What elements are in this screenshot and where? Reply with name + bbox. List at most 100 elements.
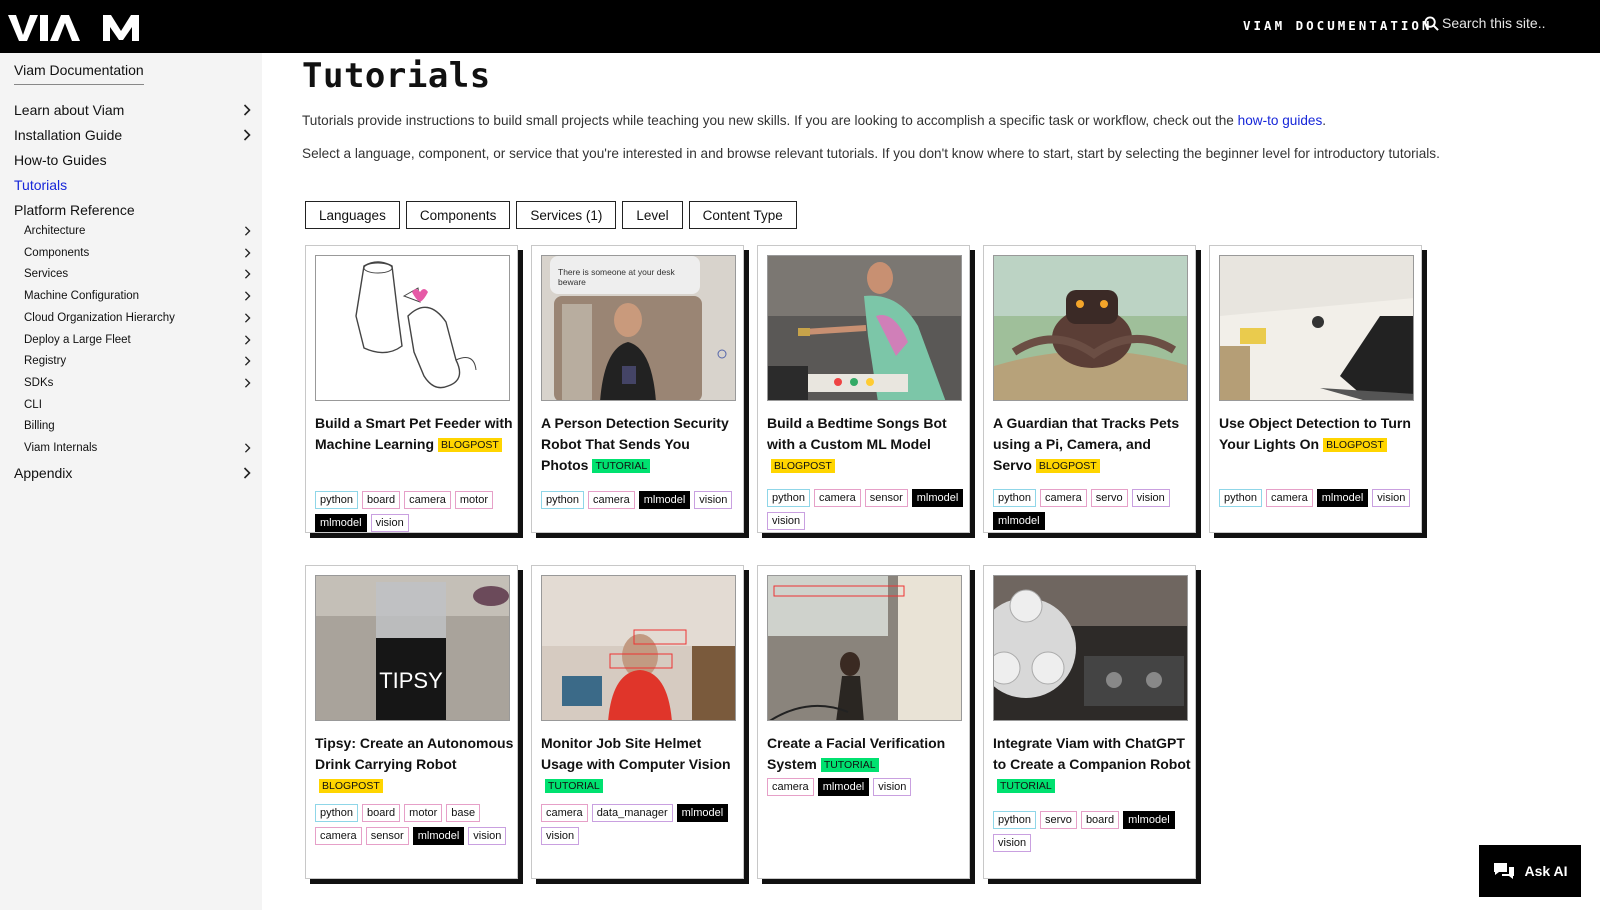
tag-mlmodel[interactable]: mlmodel <box>638 491 691 509</box>
tutorial-card[interactable]: Build a Smart Pet Feeder with Machine Le… <box>305 245 518 533</box>
tutorial-card[interactable]: A Guardian that Tracks Pets using a Pi, … <box>983 245 1196 533</box>
tutorial-card-title[interactable]: A Guardian that Tracks Pets using a Pi, … <box>993 413 1193 476</box>
tutorial-card-title[interactable]: Create a Facial Verification System TUTOR… <box>767 733 967 775</box>
site-search[interactable] <box>1424 15 1592 31</box>
how-to-guides-link[interactable]: how-to guides <box>1238 113 1323 128</box>
tag-python[interactable]: python <box>315 491 359 509</box>
chevron-right-icon[interactable] <box>242 442 252 454</box>
tutorial-card-title[interactable]: Tipsy: Create an Autonomous Drink Carryi… <box>315 733 515 796</box>
tag-camera[interactable]: camera <box>315 827 362 845</box>
tag-vision[interactable]: vision <box>694 491 733 509</box>
sidebar-subitem-sdks[interactable]: SDKs <box>24 373 252 393</box>
sidebar-subitem-cli[interactable]: CLI <box>24 395 252 415</box>
ask-ai-button[interactable]: Ask AI <box>1479 845 1581 897</box>
tag-vision[interactable]: vision <box>767 512 806 530</box>
tutorial-card[interactable]: Monitor Job Site Helmet Usage with Compu… <box>531 565 744 879</box>
tutorial-card-title[interactable]: Monitor Job Site Helmet Usage with Compu… <box>541 733 741 796</box>
chevron-right-icon[interactable] <box>242 377 252 389</box>
sidebar-subitem-cloud-organization-hierarchy[interactable]: Cloud Organization Hierarchy <box>24 308 252 328</box>
filter-content-type[interactable]: Content Type <box>688 201 797 229</box>
tag-vision[interactable]: vision <box>873 778 912 796</box>
tag-mlmodel[interactable]: mlmodel <box>1123 811 1175 829</box>
tutorial-card[interactable]: There is someone at your desk beware A Pe… <box>531 245 744 533</box>
tutorial-card-title[interactable]: Build a Bedtime Songs Bot with a Custom … <box>767 413 967 476</box>
tag-vision[interactable]: vision <box>370 514 409 532</box>
sidebar-item-tutorials[interactable]: Tutorials <box>14 175 252 195</box>
tutorial-thumbnail[interactable]: TIPSY <box>315 575 510 721</box>
tag-mlmodel[interactable]: mlmodel <box>412 827 465 845</box>
tutorial-thumbnail[interactable] <box>993 255 1188 401</box>
tag-python[interactable]: python <box>315 804 359 822</box>
chevron-right-icon[interactable] <box>242 247 252 259</box>
sidebar-subitem-services[interactable]: Services <box>24 264 252 284</box>
tutorial-card-title[interactable]: Integrate Viam with ChatGPT to Create a … <box>993 733 1193 796</box>
tag-python[interactable]: python <box>993 489 1037 507</box>
tutorial-card[interactable]: Use Object Detection to Turn Your Lights… <box>1209 245 1422 533</box>
chevron-right-icon[interactable] <box>242 334 252 346</box>
tag-vision[interactable]: vision <box>541 827 580 845</box>
tag-mlmodel[interactable]: mlmodel <box>676 804 729 822</box>
chevron-right-icon[interactable] <box>242 290 252 302</box>
tag-sensor[interactable]: sensor <box>365 827 409 845</box>
sidebar-item-installation-guide[interactable]: Installation Guide <box>14 125 252 145</box>
tutorial-card-title[interactable]: Build a Smart Pet Feeder with Machine Le… <box>315 413 515 455</box>
tag-camera[interactable]: camera <box>1266 489 1313 507</box>
tutorial-thumbnail[interactable] <box>993 575 1188 721</box>
chevron-right-icon[interactable] <box>242 312 252 324</box>
tutorial-thumbnail[interactable]: There is someone at your desk beware <box>541 255 736 401</box>
tag-camera[interactable]: camera <box>814 489 861 507</box>
chevron-right-icon[interactable] <box>242 467 252 479</box>
tag-servo[interactable]: servo <box>1040 811 1077 829</box>
tag-motor[interactable]: motor <box>404 804 443 822</box>
sidebar-subitem-billing[interactable]: Billing <box>24 416 252 436</box>
sidebar-home-link[interactable]: Viam Documentation <box>14 62 144 85</box>
tutorial-thumbnail[interactable] <box>315 255 510 401</box>
chevron-right-icon[interactable] <box>242 129 252 141</box>
tag-base[interactable]: base <box>446 804 481 822</box>
tag-camera[interactable]: camera <box>588 491 635 509</box>
sidebar-subitem-registry[interactable]: Registry <box>24 351 252 371</box>
tutorial-card[interactable]: Build a Bedtime Songs Bot with a Custom … <box>757 245 970 533</box>
chevron-right-icon[interactable] <box>242 225 252 237</box>
tag-mlmodel[interactable]: mlmodel <box>911 489 964 507</box>
sidebar-item-how-to-guides[interactable]: How-to Guides <box>14 150 252 170</box>
tag-servo[interactable]: servo <box>1090 489 1128 507</box>
viam-documentation-link[interactable]: VIAM DOCUMENTATION <box>1243 18 1432 33</box>
tag-vision[interactable]: vision <box>1372 489 1411 507</box>
sidebar-subitem-components[interactable]: Components <box>24 243 252 263</box>
tag-vision[interactable]: vision <box>993 834 1032 852</box>
tag-data-manager[interactable]: data_manager <box>591 804 673 822</box>
viam-logo[interactable] <box>8 13 140 43</box>
tutorial-card-title[interactable]: A Person Detection Security Robot That S… <box>541 413 741 476</box>
sidebar-subitem-deploy-a-large-fleet[interactable]: Deploy a Large Fleet <box>24 330 252 350</box>
tag-board[interactable]: board <box>362 491 401 509</box>
sidebar-item-learn-about-viam[interactable]: Learn about Viam <box>14 100 252 120</box>
tag-python[interactable]: python <box>1219 489 1263 507</box>
tutorial-card[interactable]: Integrate Viam with ChatGPT to Create a … <box>983 565 1196 879</box>
tutorial-card[interactable]: Create a Facial Verification System TUTOR… <box>757 565 970 879</box>
tag-mlmodel[interactable]: mlmodel <box>993 512 1045 530</box>
sidebar-subitem-machine-configuration[interactable]: Machine Configuration <box>24 286 252 306</box>
tag-camera[interactable]: camera <box>541 804 588 822</box>
tag-mlmodel[interactable]: mlmodel <box>315 514 367 532</box>
tutorial-card[interactable]: TIPSY Tipsy: Create an Autonomous Drink C… <box>305 565 518 879</box>
tag-python[interactable]: python <box>767 489 811 507</box>
sidebar-item-appendix[interactable]: Appendix <box>14 463 252 483</box>
tag-python[interactable]: python <box>993 811 1037 829</box>
tag-motor[interactable]: motor <box>454 491 493 509</box>
chevron-right-icon[interactable] <box>242 268 252 280</box>
tag-vision[interactable]: vision <box>468 827 507 845</box>
filter-components[interactable]: Components <box>405 201 511 229</box>
sidebar-subitem-viam-internals[interactable]: Viam Internals <box>24 438 252 458</box>
tag-sensor[interactable]: sensor <box>864 489 908 507</box>
chevron-right-icon[interactable] <box>242 104 252 116</box>
tutorial-thumbnail[interactable] <box>1219 255 1414 401</box>
search-input[interactable] <box>1442 15 1592 31</box>
tutorial-thumbnail[interactable] <box>541 575 736 721</box>
sidebar-subitem-architecture[interactable]: Architecture <box>24 221 252 241</box>
tutorial-thumbnail[interactable] <box>767 255 962 401</box>
filter-level[interactable]: Level <box>622 201 683 229</box>
tag-camera[interactable]: camera <box>1040 489 1087 507</box>
chevron-right-icon[interactable] <box>242 355 252 367</box>
tag-board[interactable]: board <box>362 804 401 822</box>
